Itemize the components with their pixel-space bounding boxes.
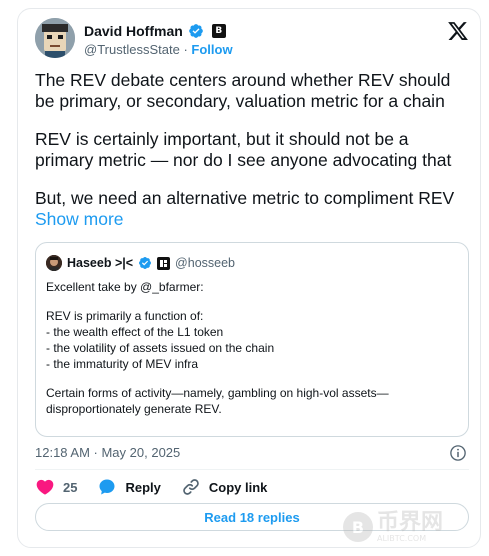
reply-bubble-icon [99, 479, 115, 495]
quoted-paragraph: Excellent take by @_bfarmer: [46, 280, 204, 294]
quoted-post-header: Haseeb >|< @hosseeb [46, 255, 235, 271]
author-name[interactable]: David Hoffman [84, 23, 183, 39]
author-handle[interactable]: @TrustlessState [84, 42, 180, 57]
action-bar: 25 Reply Copy link [35, 477, 287, 497]
author-handle-line: @TrustlessState · Follow [84, 42, 233, 57]
copy-link-label: Copy link [208, 479, 268, 495]
verified-icon [139, 257, 152, 269]
like-count: 25 [63, 479, 78, 495]
quoted-paragraph: REV is primarily a function of: - the we… [46, 309, 275, 371]
post-paragraph: The REV debate centers around whether RE… [35, 70, 451, 111]
author-name-line: David Hoffman B [84, 23, 226, 39]
watermark-text: 币界网 [377, 509, 444, 535]
handle-separator: · [183, 42, 188, 57]
verified-icon [188, 24, 203, 38]
reply-button[interactable]: Reply [97, 477, 161, 497]
author-avatar[interactable] [35, 18, 75, 58]
watermark-coin-icon: B [343, 512, 373, 542]
quoted-post-body: Excellent take by @_bfarmer: REV is prim… [46, 279, 456, 430]
post-paragraph-text: But, we need an alternative metric to co… [35, 188, 455, 208]
watermark-text-group: 币界网 ALIBTC.COM [377, 509, 444, 543]
heart-icon [36, 479, 54, 495]
reply-label: Reply [125, 479, 161, 495]
post-body: The REV debate centers around whether RE… [35, 70, 465, 247]
link-icon [183, 479, 199, 495]
copy-link-button[interactable]: Copy link [181, 477, 268, 497]
watermark: B 币界网 ALIBTC.COM [343, 502, 483, 552]
x-logo-icon[interactable] [447, 20, 469, 42]
post-paragraph: REV is certainly important, but it shoul… [35, 129, 452, 170]
quoted-author-name[interactable]: Haseeb >|< [67, 256, 133, 270]
follow-button[interactable]: Follow [191, 42, 232, 57]
divider [35, 469, 469, 470]
like-button[interactable]: 25 [35, 477, 77, 497]
info-icon[interactable] [449, 444, 467, 462]
show-more-link[interactable]: Show more [35, 209, 124, 229]
watermark-subtext: ALIBTC.COM [377, 533, 427, 543]
post-paragraph-last: But, we need an alternative metric to co… [35, 188, 465, 230]
quoted-post[interactable]: Haseeb >|< @hosseeb Excellent take by @_… [35, 242, 469, 437]
affiliate-badge-icon: B [211, 24, 226, 38]
post-timestamp[interactable]: 12:18 AM · May 20, 2025 [35, 445, 180, 460]
quoted-author-avatar[interactable] [46, 255, 62, 271]
quoted-author-handle: @hosseeb [175, 256, 235, 270]
quoted-paragraph: Certain forms of activity—namely, gambli… [46, 386, 389, 416]
affiliate-badge-icon [157, 256, 171, 270]
